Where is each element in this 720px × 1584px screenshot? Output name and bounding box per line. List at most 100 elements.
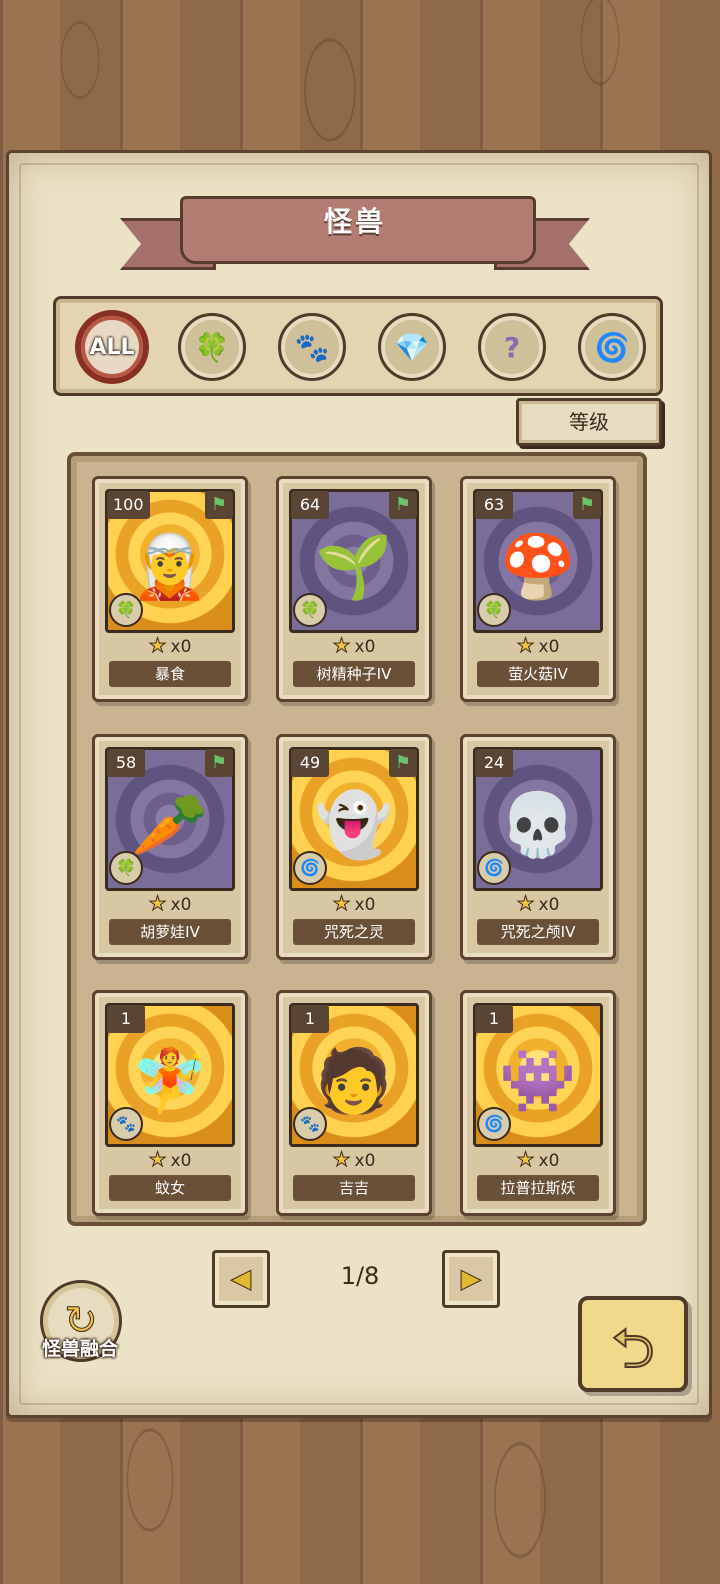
star-count: ★ x0	[95, 1147, 245, 1172]
monster-name: 拉普拉斯妖	[477, 1175, 599, 1201]
star-count: ★ x0	[279, 1147, 429, 1172]
leaf-icon: 🍀	[293, 593, 327, 627]
crystal-icon: 💎	[394, 330, 430, 364]
spiral-icon: 🌀	[594, 330, 630, 364]
monster-name: 蚊女	[109, 1175, 231, 1201]
monster-figure: 🍄	[499, 529, 577, 603]
star-icon: ★	[516, 1147, 535, 1172]
count-label: x0	[170, 637, 192, 657]
star-count: ★ x0	[279, 633, 429, 658]
flag-icon[interactable]: ⚑	[389, 491, 417, 519]
monster-figure: 🌱	[315, 529, 393, 603]
count-label: x0	[354, 1151, 376, 1171]
count-label: x0	[538, 895, 560, 915]
monster-card[interactable]: 👾 1 🌀 ★ x0 拉普拉斯妖	[460, 990, 616, 1216]
monster-card[interactable]: 🧚 1 🐾 ★ x0 蚊女	[92, 990, 248, 1216]
monster-name: 树精种子IV	[293, 661, 415, 687]
monster-card[interactable]: 🌱 64 ⚑ 🍀 ★ x0 树精种子IV	[276, 476, 432, 702]
star-count: ★ x0	[463, 633, 613, 658]
level-badge: 100	[107, 491, 150, 519]
leaf-icon: 🍀	[477, 593, 511, 627]
level-badge: 49	[291, 749, 329, 777]
filter-spiral[interactable]: 🌀	[578, 313, 646, 381]
filter-bar: ALL 🍀 🐾 💎 ? 🌀	[53, 296, 663, 396]
level-badge: 63	[475, 491, 513, 519]
all-label: ALL	[89, 334, 135, 360]
monster-name: 咒死之颅IV	[477, 919, 599, 945]
level-badge: 24	[475, 749, 513, 777]
fusion-label: 怪兽融合	[41, 1338, 118, 1360]
spiral-icon: 🌀	[477, 1107, 511, 1141]
leaf-icon: 🍀	[109, 593, 143, 627]
flag-icon[interactable]: ⚑	[205, 491, 233, 519]
flag-icon[interactable]: ⚑	[573, 491, 601, 519]
flag-icon[interactable]: ⚑	[389, 749, 417, 777]
count-label: x0	[170, 1151, 192, 1171]
star-icon: ★	[516, 633, 535, 658]
next-page-button[interactable]: ▶	[442, 1250, 500, 1308]
filter-paw[interactable]: 🐾	[278, 313, 346, 381]
level-badge: 64	[291, 491, 329, 519]
monster-figure: 💀	[499, 787, 577, 861]
star-icon: ★	[332, 1147, 351, 1172]
count-label: x0	[354, 637, 376, 657]
star-icon: ★	[332, 891, 351, 916]
back-button[interactable]: ⮌	[578, 1296, 688, 1392]
monster-card[interactable]: 👻 49 ⚑ 🌀 ★ x0 咒死之灵	[276, 734, 432, 960]
prev-page-button[interactable]: ◀	[212, 1250, 270, 1308]
leaf-icon: 🍀	[109, 851, 143, 885]
star-count: ★ x0	[463, 891, 613, 916]
monster-card[interactable]: 🥕 58 ⚑ 🍀 ★ x0 胡萝娃IV	[92, 734, 248, 960]
star-count: ★ x0	[279, 891, 429, 916]
monster-figure: 🧝	[131, 529, 209, 603]
filter-crystal[interactable]: 💎	[378, 313, 446, 381]
monster-figure: 🧑	[315, 1043, 393, 1117]
sort-button[interactable]: 等级	[516, 398, 662, 446]
star-icon: ★	[332, 633, 351, 658]
spiral-icon: 🌀	[293, 851, 327, 885]
count-label: x0	[538, 1151, 560, 1171]
question-icon: ?	[503, 330, 521, 364]
monster-name: 咒死之灵	[293, 919, 415, 945]
leaf-icon: 🍀	[194, 330, 230, 364]
spiral-icon: 🌀	[477, 851, 511, 885]
level-badge: 58	[107, 749, 145, 777]
monster-figure: 🧚	[131, 1043, 209, 1117]
monster-card[interactable]: 🧝 100 ⚑ 🍀 ★ x0 暴食	[92, 476, 248, 702]
monster-card[interactable]: 💀 24 🌀 ★ x0 咒死之颅IV	[460, 734, 616, 960]
filter-question[interactable]: ?	[478, 313, 546, 381]
level-badge: 1	[475, 1005, 513, 1033]
star-count: ★ x0	[463, 1147, 613, 1172]
star-icon: ★	[148, 891, 167, 916]
monster-fusion-button[interactable]: ↻ 怪兽融合	[36, 1280, 126, 1368]
monster-name: 暴食	[109, 661, 231, 687]
paw-icon: 🐾	[293, 1107, 327, 1141]
paw-icon: 🐾	[109, 1107, 143, 1141]
flag-icon[interactable]: ⚑	[205, 749, 233, 777]
monster-card[interactable]: 🧑 1 🐾 ★ x0 吉吉	[276, 990, 432, 1216]
star-count: ★ x0	[95, 891, 245, 916]
count-label: x0	[170, 895, 192, 915]
level-badge: 1	[107, 1005, 145, 1033]
monster-name: 吉吉	[293, 1175, 415, 1201]
paw-icon: 🐾	[294, 330, 330, 364]
filter-leaf[interactable]: 🍀	[178, 313, 246, 381]
page-title: 怪兽	[323, 205, 386, 238]
monster-figure: 👻	[315, 787, 393, 861]
level-badge: 1	[291, 1005, 329, 1033]
star-icon: ★	[516, 891, 535, 916]
count-label: x0	[538, 637, 560, 657]
return-arrow-icon: ⮌	[610, 1316, 655, 1381]
monster-figure: 🥕	[131, 787, 209, 861]
monster-name: 萤火菇IV	[477, 661, 599, 687]
filter-all[interactable]: ALL	[78, 313, 146, 381]
page-indicator: 1/8	[340, 1262, 380, 1290]
monster-card[interactable]: 🍄 63 ⚑ 🍀 ★ x0 萤火菇IV	[460, 476, 616, 702]
star-count: ★ x0	[95, 633, 245, 658]
count-label: x0	[354, 895, 376, 915]
star-icon: ★	[148, 633, 167, 658]
monster-figure: 👾	[499, 1043, 577, 1117]
monster-name: 胡萝娃IV	[109, 919, 231, 945]
star-icon: ★	[148, 1147, 167, 1172]
title-ribbon: 怪兽	[120, 190, 590, 280]
